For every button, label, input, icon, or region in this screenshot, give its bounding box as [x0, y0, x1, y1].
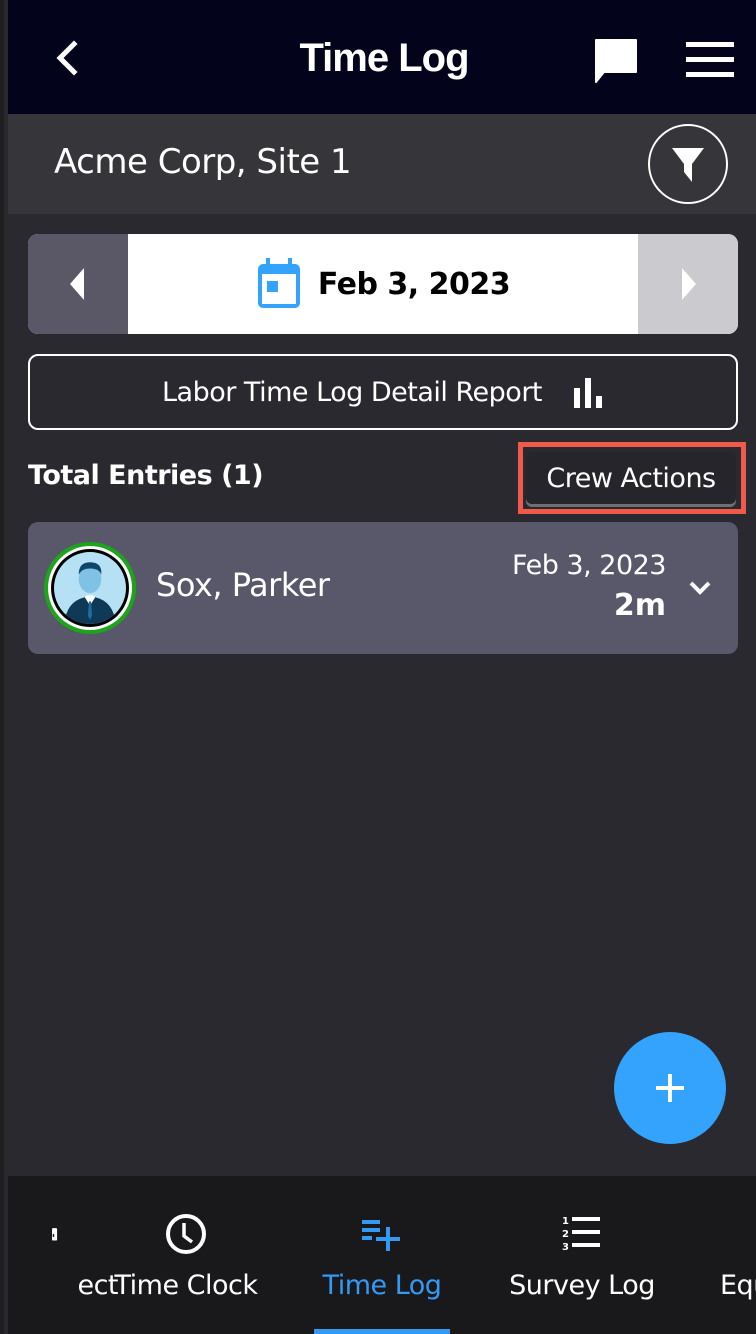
nav-label: Time Log: [322, 1270, 442, 1301]
svg-text:2: 2: [562, 1229, 569, 1240]
active-tab-indicator: [314, 1329, 450, 1334]
site-header: Acme Corp, Site 1: [8, 114, 756, 214]
date-navigator: Feb 3, 2023: [28, 234, 738, 334]
nav-label: Equ: [720, 1270, 756, 1301]
bottom-navigation: ect Time Clock Time Log 1 2 3 Survey Log E…: [8, 1176, 756, 1334]
triangle-right-icon: [682, 268, 696, 300]
entry-name: Sox, Parker: [156, 566, 330, 604]
svg-text:1: 1: [562, 1216, 569, 1227]
app-screen: Time Log Acme Corp, Site 1 Feb 3, 2023 L…: [0, 0, 756, 1334]
chevron-down-icon: [689, 581, 711, 595]
chat-button[interactable]: [592, 36, 640, 84]
nav-item-survey-log[interactable]: 1 2 3 Survey Log: [502, 1176, 662, 1334]
person-avatar-icon: [64, 562, 116, 624]
project-icon: [52, 1228, 58, 1241]
date-picker[interactable]: Feb 3, 2023: [128, 234, 638, 334]
report-button-label: Labor Time Log Detail Report: [161, 376, 543, 408]
filter-icon: [672, 148, 704, 182]
time-entry-row[interactable]: Sox, Parker Feb 3, 2023 2m: [28, 522, 738, 654]
nav-item-time-clock[interactable]: Time Clock: [106, 1176, 266, 1334]
previous-date-button[interactable]: [28, 234, 128, 334]
top-app-bar: Time Log: [8, 0, 756, 114]
entry-duration: 2m: [613, 588, 666, 623]
avatar: [44, 542, 136, 634]
menu-button[interactable]: [684, 40, 736, 80]
crew-actions-button[interactable]: Crew Actions: [526, 452, 736, 504]
list-add-icon: [362, 1220, 400, 1251]
chat-bubble-icon: [595, 39, 637, 83]
entry-date: Feb 3, 2023: [512, 550, 666, 581]
expand-button[interactable]: [686, 574, 714, 602]
nav-item-time-log[interactable]: Time Log: [314, 1176, 450, 1334]
clock-icon: [166, 1214, 206, 1254]
nav-item-project[interactable]: ect: [8, 1176, 118, 1334]
add-entry-button[interactable]: [614, 1032, 726, 1144]
hamburger-menu-icon: [686, 42, 734, 77]
calendar-icon: [257, 258, 300, 308]
triangle-left-icon: [70, 268, 84, 300]
site-name: Acme Corp, Site 1: [54, 142, 352, 182]
next-date-button[interactable]: [638, 234, 738, 334]
total-entries-label: Total Entries (1): [28, 460, 264, 491]
nav-label: Survey Log: [509, 1270, 655, 1301]
numbered-list-icon: 1 2 3: [562, 1216, 600, 1253]
selected-date: Feb 3, 2023: [317, 266, 511, 302]
nav-label: Time Clock: [114, 1270, 258, 1301]
plus-icon: [656, 1074, 684, 1102]
page-title: Time Log: [299, 36, 469, 80]
filter-button[interactable]: [648, 124, 728, 204]
nav-item-equipment[interactable]: Equ: [714, 1176, 756, 1334]
svg-text:3: 3: [562, 1242, 569, 1253]
bar-chart-icon: [574, 378, 603, 408]
labor-report-button[interactable]: Labor Time Log Detail Report: [28, 354, 738, 430]
